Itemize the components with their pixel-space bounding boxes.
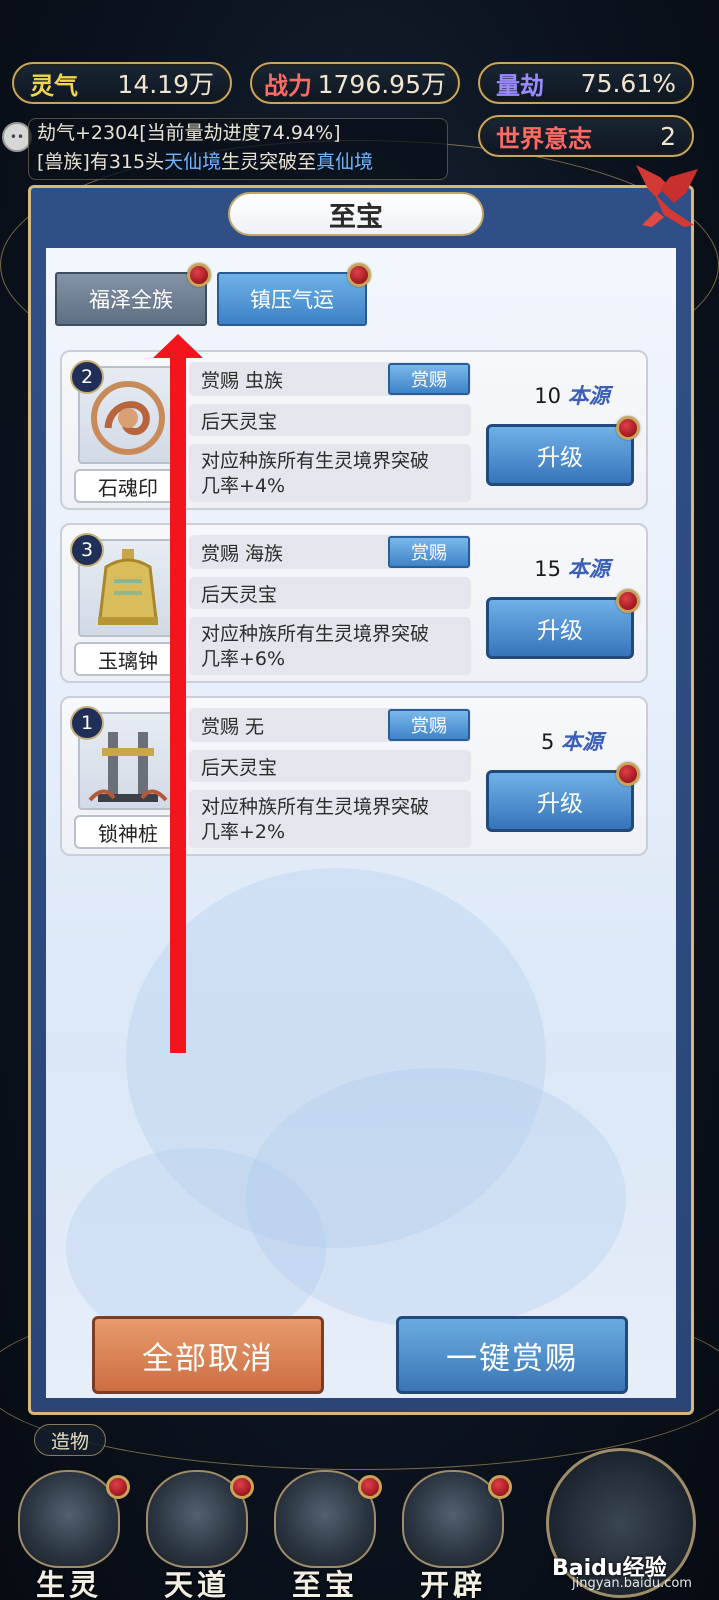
notification-dot xyxy=(230,1475,254,1499)
stat-label: 世界意志 xyxy=(496,123,592,153)
tab-fuze-quanzu[interactable]: 福泽全族 xyxy=(55,272,207,326)
notification-dot xyxy=(187,263,211,287)
treasure-name: 石魂印 xyxy=(74,469,182,503)
stat-label: 灵气 xyxy=(30,70,78,100)
nav-label: 开辟 xyxy=(419,1568,486,1600)
upgrade-cost: 5 本源 xyxy=(540,729,604,754)
news-ticker[interactable]: 劫气+2304[当前量劫进度74.94%] [兽族]有315头天仙境生灵突破至真… xyxy=(28,118,448,180)
nav-label: 生灵 xyxy=(35,1568,102,1600)
ticker-line: [兽族]有315头天仙境生灵突破至真仙境 xyxy=(37,151,374,173)
treasure-effect: 对应种族所有生灵境界突破 几率+4% xyxy=(189,444,471,502)
notification-dot xyxy=(488,1475,512,1499)
stat-liangjie: 量劫 75.61% xyxy=(478,62,694,104)
modal-title: 至宝 xyxy=(228,192,484,236)
stat-label: 量劫 xyxy=(496,70,544,100)
notification-dot xyxy=(347,263,371,287)
stat-value: 75.61% xyxy=(580,68,676,98)
zaowu-button[interactable]: 造物 xyxy=(34,1424,106,1456)
treasure-grade: 后天灵宝 xyxy=(189,577,471,609)
notification-dot xyxy=(358,1475,382,1499)
treasure-effect: 对应种族所有生灵境界突破 几率+6% xyxy=(189,617,471,675)
upgrade-button[interactable]: 升级 xyxy=(486,770,634,832)
close-icon[interactable] xyxy=(634,163,700,229)
upgrade-cost: 10 本源 xyxy=(534,383,610,408)
cancel-all-button[interactable]: 全部取消 xyxy=(92,1316,324,1394)
treasure-name: 玉璃钟 xyxy=(74,642,182,676)
stat-world-will[interactable]: 世界意志 2 xyxy=(478,115,694,157)
treasure-card: 2 石魂印 赏赐 虫族 赏赐 后天灵宝 对应种族所有生灵境界突破 几率+4% 10… xyxy=(60,350,648,510)
notification-dot xyxy=(616,589,640,613)
annotation-arrow xyxy=(170,345,186,1053)
nav-label: 天道 xyxy=(163,1568,230,1600)
ticker-line: 劫气+2304[当前量劫进度74.94%] xyxy=(37,122,341,144)
stat-value: 14.19万 xyxy=(117,70,214,99)
treasure-effect: 对应种族所有生灵境界突破 几率+2% xyxy=(189,790,471,848)
treasure-grade: 后天灵宝 xyxy=(189,750,471,782)
reward-button[interactable]: 赏赐 xyxy=(388,709,470,741)
upgrade-button[interactable]: 升级 xyxy=(486,597,634,659)
reward-button[interactable]: 赏赐 xyxy=(388,363,470,395)
treasure-card: 1 锁神桩 赏赐 无 赏赐 后天灵宝 对应种族所有生灵境界突破 几率+2% 5 本… xyxy=(60,696,648,856)
treasure-card: 3 玉璃钟 赏赐 海族 赏赐 后天灵宝 对应种族所有生灵境界突破 几率+6% 15… xyxy=(60,523,648,683)
stat-value: 2 xyxy=(660,121,676,151)
upgrade-cost: 15 本源 xyxy=(534,556,610,581)
upgrade-button[interactable]: 升级 xyxy=(486,424,634,486)
stat-label: 战力 xyxy=(264,70,312,100)
treasure-grade: 后天灵宝 xyxy=(189,404,471,436)
tab-zhenya-qiyun[interactable]: 镇压气运 xyxy=(217,272,367,326)
stat-value: 1796.95万 xyxy=(317,70,446,99)
nav-label: 至宝 xyxy=(291,1568,358,1600)
notification-dot xyxy=(616,416,640,440)
reward-button[interactable]: 赏赐 xyxy=(388,536,470,568)
stat-lingqi: 灵气 14.19万 xyxy=(12,62,232,104)
treasure-name: 锁神桩 xyxy=(74,815,182,849)
watermark-url: jingyan.baidu.com xyxy=(572,1576,692,1591)
notification-dot xyxy=(106,1475,130,1499)
notification-dot xyxy=(616,762,640,786)
treasure-number: 3 xyxy=(70,533,104,567)
treasure-number: 2 xyxy=(70,360,104,394)
shengling-emblem-icon xyxy=(18,1470,120,1568)
treasure-number: 1 xyxy=(70,706,104,740)
one-key-reward-button[interactable]: 一键赏赐 xyxy=(396,1316,628,1394)
stat-zhanli: 战力 1796.95万 xyxy=(250,62,460,104)
